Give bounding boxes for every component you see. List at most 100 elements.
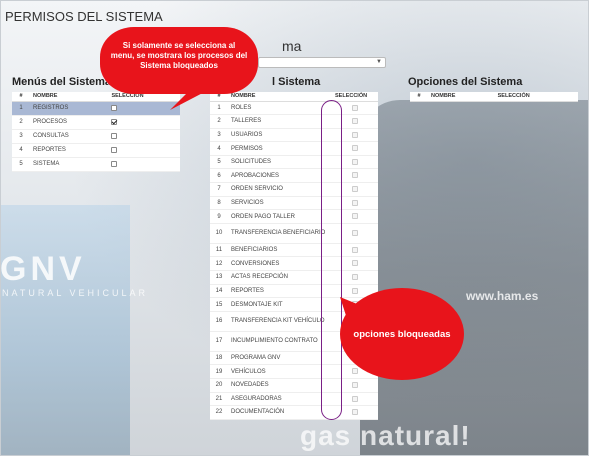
menu-name: CONSULTAS [30,129,109,144]
menu-checkbox[interactable] [111,104,118,111]
menu-row[interactable]: 3 CONSULTAS [12,129,180,144]
proceso-row: 21 ASEGURADORAS [210,392,378,407]
selection-cell [108,115,180,130]
row-number: 8 [210,196,228,211]
row-number: 6 [210,168,228,184]
column-header-num: # [410,92,428,102]
menu-checkbox[interactable] [111,132,118,139]
column-header-nombre: NOMBRE [228,92,332,102]
proceso-checkbox [352,368,358,375]
proceso-row: 5 SOLICITUDES [210,155,378,170]
column-header-nombre: NOMBRE [30,92,109,102]
proceso-name: ACTAS RECEPCIÓN [228,270,332,285]
background-van [360,100,589,456]
proceso-row: 4 PERMISOS [210,141,378,156]
menus-section-title: Menús del Sistema [12,76,112,88]
row-number: 13 [210,270,228,285]
background-gnv-text: GNV [0,250,86,288]
proceso-name: VEHÍCULOS [228,364,332,379]
row-number: 22 [210,405,228,420]
proceso-checkbox [352,382,358,388]
page-title: PERMISOS DEL SISTEMA [5,9,163,24]
chevron-down-icon: ▼ [376,59,382,65]
proceso-checkbox [352,186,358,193]
background-gnv-subtext: NATURAL VEHICULAR [2,288,149,298]
opciones-table: # NOMBRE SELECCIÓN [410,92,578,102]
proceso-row: 10 TRANSFERENCIA BENEFICIARIO [210,223,378,244]
menu-row[interactable]: 4 REPORTES [12,143,180,158]
proceso-checkbox [352,409,358,416]
proceso-checkbox [352,118,358,125]
selection-cell [108,129,180,144]
proceso-checkbox [352,287,358,294]
proceso-name: TRANSFERENCIA KIT VEHÍCULO [228,311,332,332]
row-number: 9 [210,209,228,224]
menu-note-text: Si solamente se selecciona al menu, se m… [110,41,248,70]
proceso-row: 6 APROBACIONES [210,168,378,184]
row-number: 14 [210,284,228,299]
procesos-table: # NOMBRE SELECCIÓN 1 ROLES 2 TALLERES 3 USUAR… [210,92,378,420]
proceso-name: ORDEN SERVICIO [228,182,332,197]
proceso-checkbox [352,199,358,206]
selection-cell [108,143,180,158]
row-number: 16 [210,311,228,332]
proceso-checkbox [352,260,358,267]
proceso-name: PERMISOS [228,141,332,156]
opciones-section-title: Opciones del Sistema [408,76,523,88]
menu-checkbox[interactable] [111,146,118,153]
blocked-callout: opciones bloqueadas [340,288,464,380]
background-ham-text: www.ham.es [466,289,539,303]
proceso-checkbox [352,158,358,165]
column-header-nombre: NOMBRE [428,92,495,102]
row-number: 20 [210,378,228,393]
proceso-name: BENEFICIARIOS [228,243,332,258]
menus-table: # NOMBRE SELECCIÓN 1 REGISTROS 2 PROCESOS 3 C… [12,92,180,172]
row-number: 10 [210,223,228,244]
menu-note-callout: Si solamente se selecciona al menu, se m… [100,27,258,94]
menu-name: PROCESOS [30,115,109,130]
role-select[interactable]: ▼ [258,57,386,68]
blocked-options-highlight [321,100,342,420]
column-header-num: # [12,92,30,102]
selection-cell [108,101,180,116]
proceso-name: ORDEN PAGO TALLER [228,209,332,224]
menu-row[interactable]: 1 REGISTROS [12,101,180,116]
proceso-name: DOCUMENTACIÓN [228,405,332,420]
menu-checkbox[interactable] [111,160,118,167]
proceso-name: REPORTES [228,284,332,299]
menu-checkbox[interactable] [111,118,118,125]
proceso-checkbox [352,395,358,402]
proceso-name: SOLICITUDES [228,155,332,170]
row-number: 1 [210,101,228,116]
row-number: 2 [12,115,30,130]
partial-heading: ma [282,38,302,54]
proceso-row: 3 USUARIOS [210,128,378,143]
proceso-row: 2 TALLERES [210,114,378,129]
row-number: 21 [210,392,228,407]
menu-name: REPORTES [30,143,109,158]
proceso-name: TALLERES [228,114,332,129]
proceso-row: 1 ROLES [210,101,378,116]
proceso-name: CONVERSIONES [228,256,332,272]
proceso-row: 20 NOVEDADES [210,378,378,393]
row-number: 5 [210,155,228,170]
proceso-row: 12 CONVERSIONES [210,256,378,272]
row-number: 2 [210,114,228,129]
row-number: 19 [210,364,228,379]
proceso-checkbox [352,213,358,220]
proceso-checkbox [352,274,358,281]
procesos-section-title: l Sistema [272,76,321,88]
proceso-name: NOVEDADES [228,378,332,393]
menu-row[interactable]: 5 SISTEMA [12,157,180,172]
proceso-row: 22 DOCUMENTACIÓN [210,405,378,420]
proceso-checkbox [352,246,358,253]
background-station [0,205,130,456]
proceso-checkbox [352,104,358,111]
menu-row[interactable]: 2 PROCESOS [12,115,180,130]
proceso-row: 14 REPORTES [210,284,378,299]
row-number: 3 [210,128,228,143]
proceso-checkbox [352,131,358,138]
column-header-seleccion: SELECCIÓN [332,92,378,102]
row-number: 18 [210,351,228,366]
proceso-name: APROBACIONES [228,168,332,184]
